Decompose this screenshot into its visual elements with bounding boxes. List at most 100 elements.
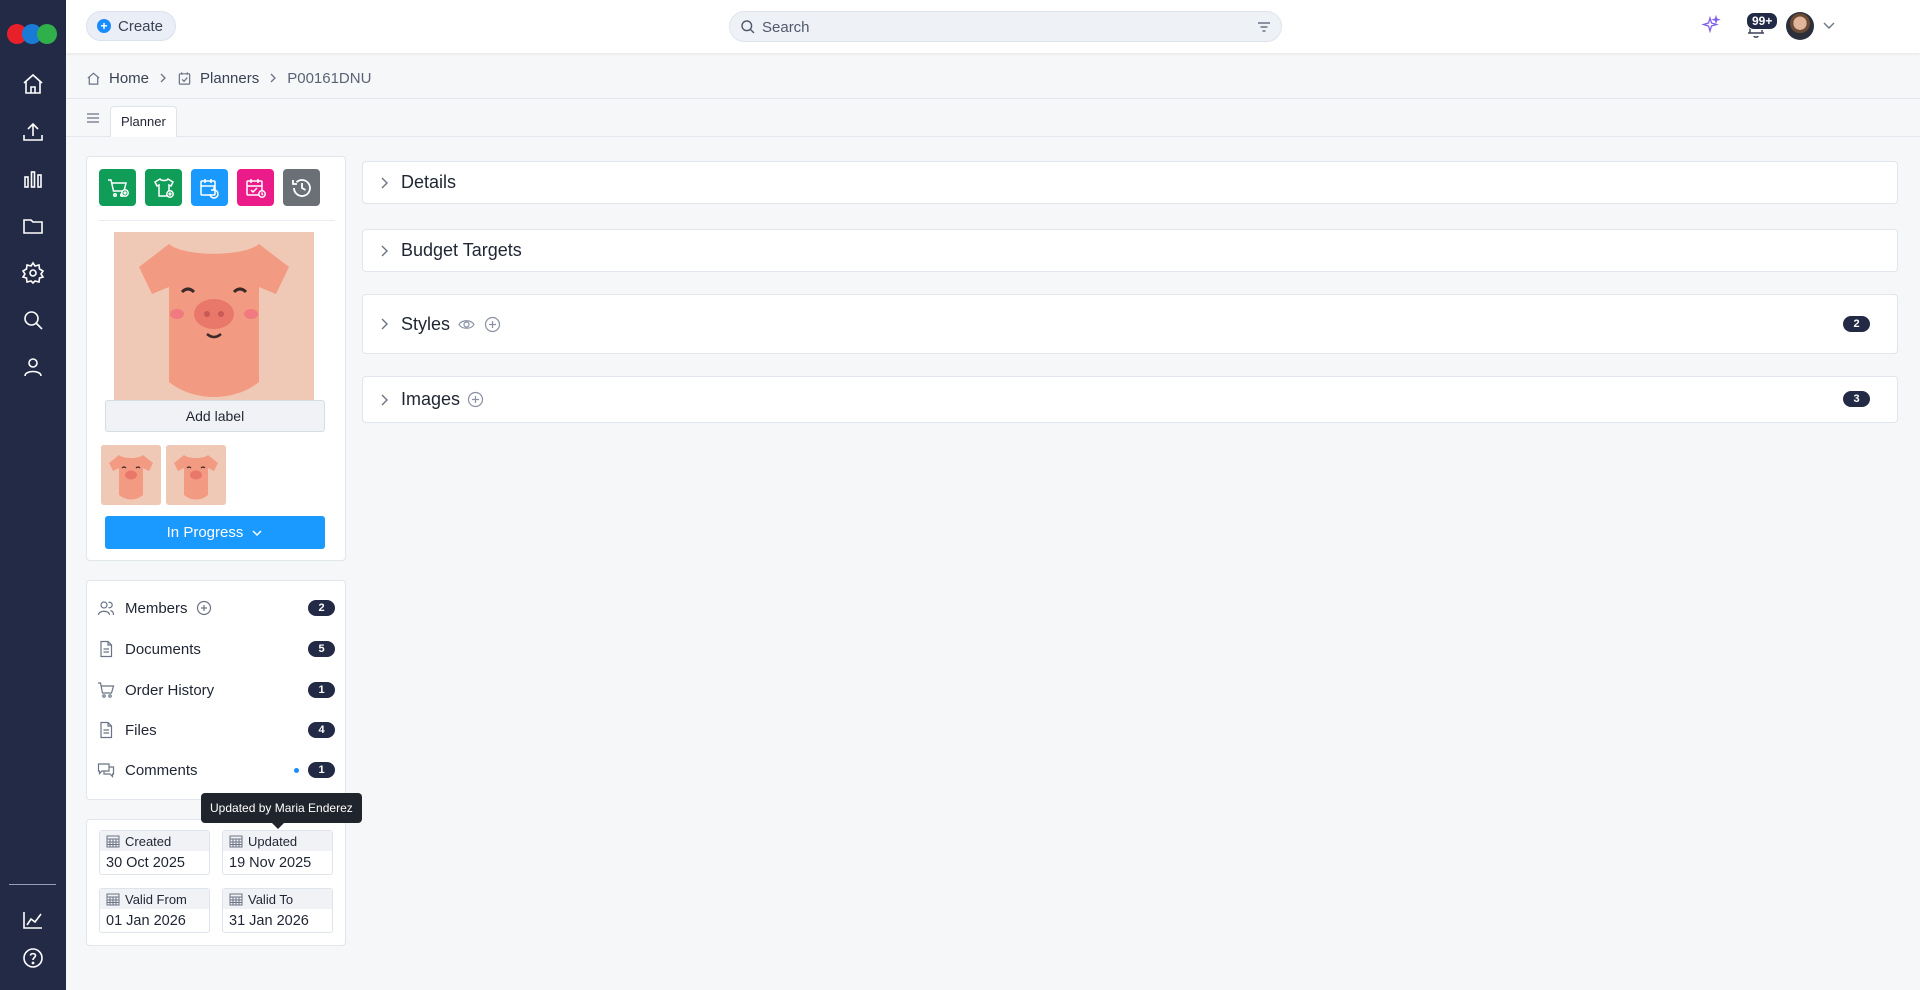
search-input[interactable] bbox=[762, 17, 1242, 37]
cart-icon bbox=[98, 682, 115, 698]
search-icon[interactable] bbox=[19, 306, 47, 334]
avatar[interactable] bbox=[1786, 12, 1814, 40]
users-icon bbox=[97, 601, 115, 616]
folder-icon[interactable] bbox=[19, 212, 47, 240]
valid-to-value: 31 Jan 2026 bbox=[229, 913, 309, 929]
sync-calendar-button[interactable] bbox=[191, 169, 228, 206]
chevron-right-icon bbox=[270, 73, 277, 83]
section-details[interactable]: Details bbox=[362, 161, 1898, 204]
tab-row: Planner bbox=[66, 99, 1920, 137]
add-style-icon[interactable] bbox=[484, 316, 501, 333]
upload-icon[interactable] bbox=[19, 118, 47, 146]
action-toolbar bbox=[99, 169, 320, 206]
product-card: Add label In Progress bbox=[86, 156, 346, 561]
planner-nav-card: Members 2 Documents 5 Order History 1 Fi… bbox=[86, 580, 346, 800]
section-budget-targets[interactable]: Budget Targets bbox=[362, 229, 1898, 272]
nav-label: Documents bbox=[125, 640, 201, 658]
thumbnail-2[interactable] bbox=[166, 445, 226, 505]
updated-value: 19 Nov 2025 bbox=[229, 855, 312, 871]
chevron-right-icon bbox=[381, 394, 388, 406]
nav-item-files[interactable]: Files 4 bbox=[97, 717, 335, 743]
unread-dot bbox=[294, 768, 299, 773]
section-title: Details bbox=[401, 172, 457, 192]
breadcrumb-current: P00161DNU bbox=[287, 69, 372, 87]
bodysuit-thumbnail bbox=[101, 445, 161, 505]
user-icon[interactable] bbox=[19, 353, 47, 381]
add-member-icon[interactable] bbox=[196, 600, 212, 616]
section-title: Budget Targets bbox=[401, 240, 522, 260]
tab-planner[interactable]: Planner bbox=[110, 106, 177, 137]
ai-sparkle-icon[interactable] bbox=[1701, 15, 1721, 35]
search-icon bbox=[741, 20, 755, 34]
count-badge: 4 bbox=[308, 722, 335, 738]
home-icon bbox=[87, 72, 100, 85]
home-icon[interactable] bbox=[19, 70, 47, 98]
create-button[interactable]: + Create bbox=[86, 11, 177, 41]
nav-label: Order History bbox=[125, 681, 215, 699]
analytics-icon[interactable] bbox=[19, 165, 47, 193]
chevron-down-icon[interactable] bbox=[1822, 18, 1836, 32]
add-label-button[interactable]: Add label bbox=[105, 400, 325, 432]
schedule-button[interactable] bbox=[237, 169, 274, 206]
dates-card: Created 30 Oct 2025 Updated 19 Nov 2025 … bbox=[86, 819, 346, 946]
search-bar bbox=[729, 11, 1282, 42]
menu-icon[interactable] bbox=[86, 111, 100, 125]
status-dropdown[interactable]: In Progress bbox=[105, 516, 325, 549]
date-label: Valid To bbox=[223, 889, 332, 909]
filter-icon[interactable] bbox=[1257, 20, 1271, 34]
calendar-check-icon bbox=[245, 178, 266, 198]
chevron-right-icon bbox=[381, 318, 388, 330]
planner-icon bbox=[178, 71, 191, 85]
breadcrumb-planners[interactable]: Planners bbox=[200, 70, 259, 87]
valid-to-date: Valid To 31 Jan 2026 bbox=[222, 888, 333, 933]
calendar-icon bbox=[229, 835, 243, 848]
add-image-icon[interactable] bbox=[467, 391, 484, 408]
date-label: Created bbox=[100, 831, 209, 851]
bodysuit-thumbnail bbox=[166, 445, 226, 505]
nav-label: Files bbox=[125, 721, 157, 739]
valid-to-label: Valid To bbox=[248, 891, 294, 907]
section-images[interactable]: Images 3 bbox=[362, 376, 1898, 423]
plus-icon: + bbox=[97, 19, 111, 33]
valid-from-value: 01 Jan 2026 bbox=[106, 913, 186, 929]
chevron-right-icon bbox=[381, 177, 388, 189]
history-button[interactable] bbox=[283, 169, 320, 206]
section-styles[interactable]: Styles 2 bbox=[362, 294, 1898, 354]
product-image[interactable] bbox=[114, 232, 314, 402]
nav-item-comments[interactable]: Comments 1 bbox=[97, 757, 335, 783]
count-badge: 2 bbox=[1843, 316, 1870, 332]
updated-date: Updated 19 Nov 2025 bbox=[222, 830, 333, 875]
left-rail bbox=[0, 0, 66, 990]
create-label: Create bbox=[118, 17, 164, 35]
tooltip-arrow bbox=[272, 823, 284, 829]
nav-item-members[interactable]: Members 2 bbox=[97, 595, 335, 621]
updated-by-tooltip: Updated by Maria Enderez bbox=[201, 793, 362, 823]
count-badge: 2 bbox=[308, 600, 335, 616]
valid-from-date: Valid From 01 Jan 2026 bbox=[99, 888, 210, 933]
breadcrumb-home[interactable]: Home bbox=[109, 70, 149, 87]
chevron-down-icon bbox=[252, 529, 262, 536]
status-label: In Progress bbox=[166, 524, 244, 541]
app-logo[interactable] bbox=[7, 24, 59, 46]
thumbnail-1[interactable] bbox=[101, 445, 161, 505]
nav-label: Members bbox=[125, 599, 188, 617]
nav-item-order-history[interactable]: Order History 1 bbox=[97, 677, 335, 703]
chevron-right-icon bbox=[381, 245, 388, 257]
file-icon bbox=[100, 721, 113, 739]
eye-icon[interactable] bbox=[458, 316, 475, 333]
settings-icon[interactable] bbox=[19, 259, 47, 287]
nav-label: Comments bbox=[125, 761, 198, 779]
add-style-button[interactable] bbox=[145, 169, 182, 206]
calendar-icon bbox=[106, 893, 120, 906]
bodysuit-illustration bbox=[114, 232, 314, 402]
section-title: Styles bbox=[401, 314, 451, 334]
nav-item-documents[interactable]: Documents 5 bbox=[97, 636, 335, 662]
reports-icon[interactable] bbox=[19, 906, 47, 934]
help-icon[interactable] bbox=[19, 944, 47, 972]
section-title: Images bbox=[401, 389, 461, 409]
shirt-add-icon bbox=[153, 177, 174, 198]
add-to-cart-button[interactable] bbox=[99, 169, 136, 206]
created-value: 30 Oct 2025 bbox=[106, 855, 185, 871]
toolbar-divider bbox=[99, 220, 335, 221]
count-badge: 1 bbox=[308, 682, 335, 698]
